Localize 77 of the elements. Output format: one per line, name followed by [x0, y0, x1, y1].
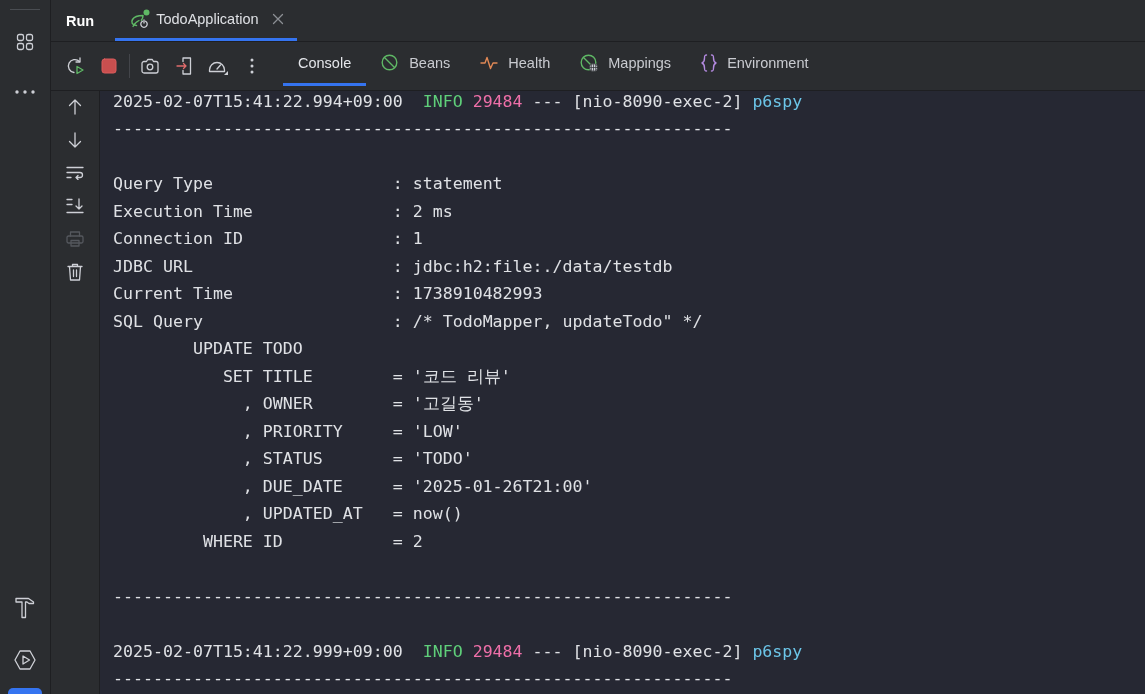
sql-keyword: ,	[242, 503, 253, 525]
log-level: INFO	[422, 640, 463, 663]
field-value: : jdbc:h2:file:./data/testdb	[392, 255, 673, 278]
circle-slash-icon	[381, 53, 400, 72]
process-id: 29484	[472, 91, 523, 113]
service-tab[interactable]: Environment	[686, 42, 824, 86]
sql-column: TITLE	[262, 362, 313, 390]
hammer-icon[interactable]	[15, 597, 35, 619]
dash-line: --------------------------------------------------------------	[113, 118, 733, 140]
field-value: : 1	[392, 228, 423, 250]
field-label: SQL Query	[113, 310, 203, 333]
thread-name: [nio-8090-exec-2]	[572, 640, 743, 663]
log-level: INFO	[422, 91, 463, 113]
field-value: : 1738910482993	[392, 283, 543, 305]
camera-icon[interactable]	[141, 58, 159, 74]
sql-column: OWNER	[262, 390, 313, 418]
sql-keyword: ,	[242, 420, 253, 443]
sql-column: DUE_DATE	[262, 472, 343, 500]
field-label: Execution Time	[113, 200, 253, 223]
rerun-icon[interactable]	[66, 57, 84, 75]
dash-line: --------------------------------------------------------------	[113, 668, 733, 690]
field-value: : /* TodoMapper, updateTodo" */	[392, 310, 703, 333]
sql-keyword: WHERE	[202, 530, 253, 553]
trash-icon[interactable]	[67, 263, 83, 281]
leaf-power-icon	[130, 9, 152, 29]
sql-keyword: ,	[242, 393, 253, 415]
service-tab[interactable]: Console	[283, 42, 367, 86]
field-value: : statement	[392, 173, 503, 195]
panel-title: Run	[66, 12, 95, 29]
process-id: 29484	[472, 640, 523, 663]
thread-name: [nio-8090-exec-2]	[572, 91, 743, 113]
enter-icon[interactable]	[176, 57, 192, 75]
field-label: JDBC URL	[113, 255, 193, 278]
down-arrow-icon[interactable]	[68, 132, 82, 148]
service-tab[interactable]: Mappings	[565, 42, 687, 86]
dash-line: --------------------------------------------------------------	[113, 585, 733, 608]
sql-column: TODO	[262, 335, 303, 363]
braces-icon	[701, 53, 718, 72]
sql-keyword: UPDATE	[192, 338, 253, 360]
sql-column: PRIORITY	[262, 417, 343, 445]
sql-value: = '고길동'	[392, 393, 484, 415]
more-icon[interactable]	[250, 58, 254, 74]
up-arrow-icon[interactable]	[68, 99, 82, 115]
sql-value: = now()	[392, 503, 463, 525]
more-icon[interactable]	[15, 90, 35, 94]
sql-column: ID	[262, 527, 283, 555]
field-value: : 2 ms	[392, 200, 453, 223]
lines-down-arrow-icon[interactable]	[66, 198, 84, 214]
sql-value: = '2025-01-26T21:00'	[392, 475, 593, 498]
wrap-icon[interactable]	[66, 166, 84, 180]
service-tab[interactable]: Health	[465, 42, 566, 86]
log-timestamp: 2025-02-07T15:41:22.994+09:00	[113, 91, 403, 113]
log-separator: ---	[532, 640, 563, 663]
sql-keyword: SET	[222, 365, 253, 388]
close-icon[interactable]	[271, 13, 284, 25]
circle-slash-globe-icon	[580, 53, 599, 72]
hexagon-play-icon[interactable]	[14, 650, 36, 670]
sql-value: = 'LOW'	[392, 420, 463, 443]
sql-keyword: ,	[242, 448, 253, 470]
pulse-icon	[480, 54, 499, 71]
sql-value: = '코드 리뷰'	[392, 365, 511, 388]
sql-column: UPDATED_AT	[262, 500, 363, 528]
logger-name: p6spy	[752, 91, 803, 113]
sql-value: = 'TODO'	[392, 448, 473, 470]
grid-icon[interactable]	[16, 33, 34, 51]
sql-value: = 2	[392, 530, 423, 553]
rounded-tile-icon[interactable]	[8, 688, 42, 694]
logger-name: p6spy	[752, 640, 803, 663]
field-label: Current Time	[113, 283, 233, 305]
sql-column: STATUS	[262, 445, 323, 473]
log-separator: ---	[532, 91, 563, 113]
field-label: Connection ID	[113, 228, 243, 250]
log-timestamp: 2025-02-07T15:41:22.999+09:00	[113, 640, 403, 663]
service-tab[interactable]: Beans	[366, 42, 466, 86]
sql-keyword: ,	[242, 475, 253, 498]
stop-icon[interactable]	[101, 58, 117, 74]
field-label: Query Type	[113, 173, 213, 195]
